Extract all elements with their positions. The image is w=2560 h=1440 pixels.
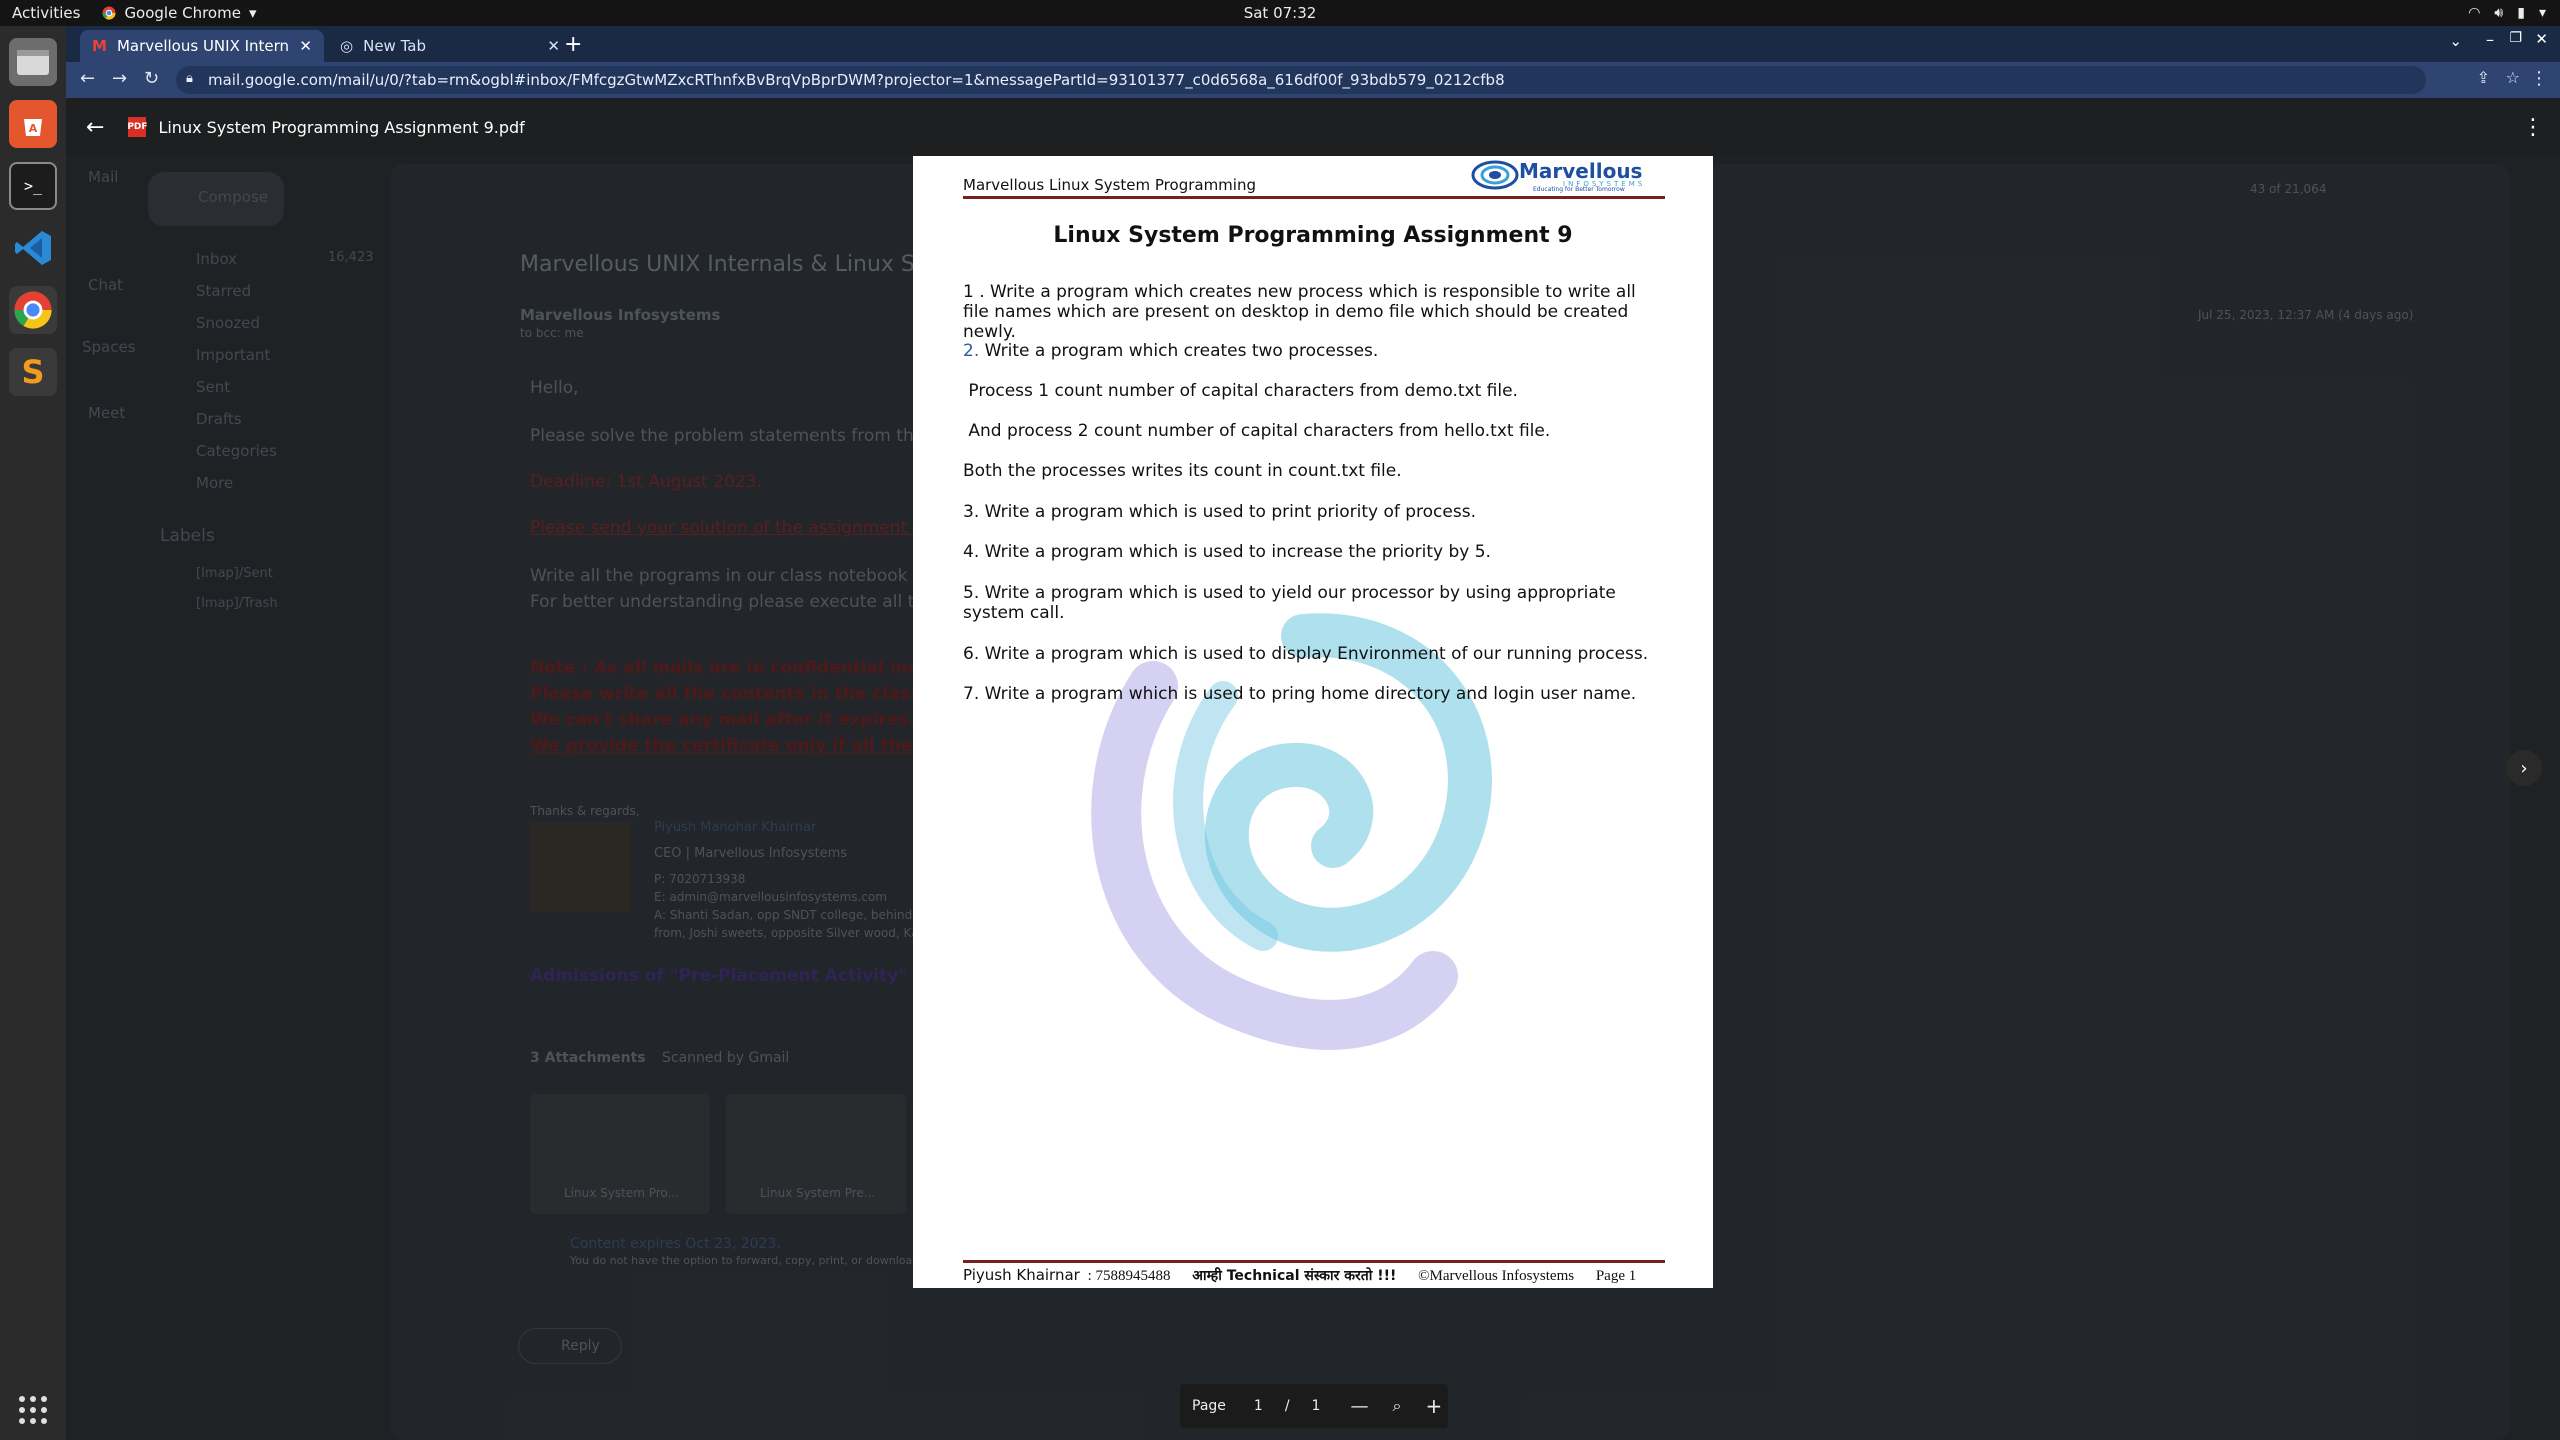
- question-3: 3. Write a program which is used to prin…: [963, 502, 1476, 522]
- pdf-page: Marvellous Linux System Programming Marv…: [913, 156, 1713, 1288]
- question-2-part-a: Process 1 count number of capital charac…: [963, 381, 1518, 401]
- minimize-button[interactable]: –: [2486, 30, 2494, 49]
- current-page-input[interactable]: 1: [1254, 1398, 1263, 1414]
- marvellous-logo: Marvellous INFOSYSTEMS Educating for Bet…: [1471, 158, 1671, 194]
- volume-icon: 🔊︎: [2494, 5, 2504, 21]
- more-options-icon[interactable]: ⋮: [2522, 115, 2544, 140]
- pdf-footer: Piyush Khairnar : 7588945488 आम्ही Techn…: [963, 1266, 1665, 1285]
- next-attachment-button[interactable]: ›: [2506, 750, 2542, 786]
- back-icon[interactable]: ←: [80, 68, 95, 89]
- tab-label: Marvellous UNIX Internal: [116, 37, 290, 55]
- menu-icon[interactable]: ⋮: [2530, 68, 2548, 89]
- question-2-part-b: And process 2 count number of capital ch…: [963, 421, 1551, 441]
- tab-search-icon[interactable]: ⌄: [2449, 32, 2462, 50]
- zoom-fit-icon[interactable]: ⌕: [1392, 1396, 1401, 1416]
- globe-icon: ◎: [340, 37, 354, 55]
- close-window-button[interactable]: ✕: [2535, 30, 2548, 48]
- footer-page: Page 1: [1595, 1268, 1637, 1284]
- pdf-running-header: Marvellous Linux System Programming: [963, 176, 1256, 194]
- bookmark-star-icon[interactable]: ☆: [2506, 68, 2520, 87]
- question-1: 1 . Write a program which creates new pr…: [963, 282, 1636, 342]
- tab-strip: M Marvellous UNIX Internal ✕ ◎ New Tab ✕…: [66, 26, 2560, 62]
- system-top-bar: Activities Google Chrome ▾ Sat 07:32 ◠ 🔊…: [0, 0, 2560, 26]
- logo-tagline: Educating for Better Tomorrow: [1533, 186, 1625, 193]
- viewer-header: ← PDF Linux System Programming Assignmen…: [66, 98, 2560, 156]
- pdf-title: Linux System Programming Assignment 9: [1053, 223, 1573, 248]
- chevron-down-icon: ▾: [248, 4, 257, 22]
- app-menu[interactable]: Google Chrome ▾: [102, 4, 256, 22]
- terminal-icon[interactable]: >_: [9, 162, 57, 210]
- new-tab-button[interactable]: +: [564, 32, 582, 57]
- browser-toolbar: ← → ↻ 🔒︎ mail.google.com/mail/u/0/?tab=r…: [66, 62, 2560, 98]
- software-store-icon[interactable]: A: [9, 100, 57, 148]
- system-tray[interactable]: ◠ 🔊︎ ▮ ▾: [2468, 0, 2546, 26]
- chevron-down-icon: ▾: [2538, 5, 2546, 21]
- maximize-button[interactable]: ❐: [2509, 30, 2522, 46]
- files-icon[interactable]: [9, 38, 57, 86]
- lock-icon: 🔒︎: [186, 71, 193, 86]
- total-pages: 1: [1311, 1398, 1321, 1414]
- footer-author: Piyush Khairnar: [963, 1266, 1080, 1284]
- footer-rule: [963, 1260, 1665, 1263]
- sublime-text-icon[interactable]: S: [9, 348, 57, 396]
- app-name: Google Chrome: [124, 4, 241, 22]
- url-text: mail.google.com/mail/u/0/?tab=rm&ogbl#in…: [208, 71, 1505, 89]
- tab-gmail[interactable]: M Marvellous UNIX Internal ✕: [80, 30, 324, 62]
- chrome-icon: [102, 6, 116, 20]
- zoom-in-icon[interactable]: +: [1425, 1394, 1442, 1418]
- svg-text:A: A: [29, 122, 38, 135]
- wifi-icon: ◠: [2468, 5, 2481, 21]
- question-2-number: 2.: [963, 341, 980, 361]
- footer-phone: : 7588945488: [1087, 1268, 1171, 1284]
- activities-button[interactable]: Activities: [12, 4, 80, 22]
- battery-icon: ▮: [2517, 5, 2525, 21]
- tab-label: New Tab: [363, 37, 426, 55]
- question-2: 2. Write a program which creates two pro…: [963, 341, 1663, 361]
- footer-slogan: आम्ही Technical संस्कार करतो !!!: [1192, 1268, 1397, 1284]
- pdf-file-icon: PDF: [127, 117, 148, 137]
- zoom-out-icon[interactable]: —: [1350, 1396, 1368, 1417]
- footer-copyright: ©Marvellous Infosystems: [1418, 1268, 1575, 1284]
- gmail-icon: M: [92, 37, 107, 55]
- reload-icon[interactable]: ↻: [144, 68, 159, 89]
- page-label: Page: [1192, 1398, 1226, 1414]
- back-icon[interactable]: ←: [86, 115, 104, 140]
- question-2-part-c: Both the processes writes its count in c…: [963, 461, 1402, 481]
- clock[interactable]: Sat 07:32: [0, 4, 2560, 22]
- chevron-right-icon: ›: [2520, 757, 2528, 779]
- address-bar[interactable]: 🔒︎ mail.google.com/mail/u/0/?tab=rm&ogbl…: [176, 66, 2426, 94]
- question-2-text: Write a program which creates two proces…: [979, 341, 1379, 361]
- question-4: 4. Write a program which is used to incr…: [963, 542, 1491, 562]
- header-rule: [963, 196, 1665, 199]
- close-icon[interactable]: ✕: [299, 37, 312, 55]
- chrome-icon[interactable]: [9, 286, 57, 334]
- dock: A >_ S: [0, 26, 66, 1440]
- pdf-page-controls: Page 1 / 1 — ⌕ +: [1180, 1384, 1448, 1428]
- viewer-filename: Linux System Programming Assignment 9.pd…: [158, 117, 525, 137]
- question-5: 5. Write a program which is used to yiel…: [963, 583, 1616, 623]
- share-icon[interactable]: ⇪: [2477, 68, 2490, 87]
- page-separator: /: [1284, 1398, 1290, 1414]
- vscode-icon[interactable]: [9, 224, 57, 272]
- forward-icon[interactable]: →: [112, 68, 127, 89]
- question-7: 7. Write a program which is used to prin…: [963, 684, 1637, 704]
- tab-new-tab[interactable]: ◎ New Tab ✕: [328, 30, 572, 62]
- close-icon[interactable]: ✕: [547, 37, 560, 55]
- show-apps-icon[interactable]: [9, 1386, 57, 1434]
- question-6: 6. Write a program which is used to disp…: [963, 644, 1649, 664]
